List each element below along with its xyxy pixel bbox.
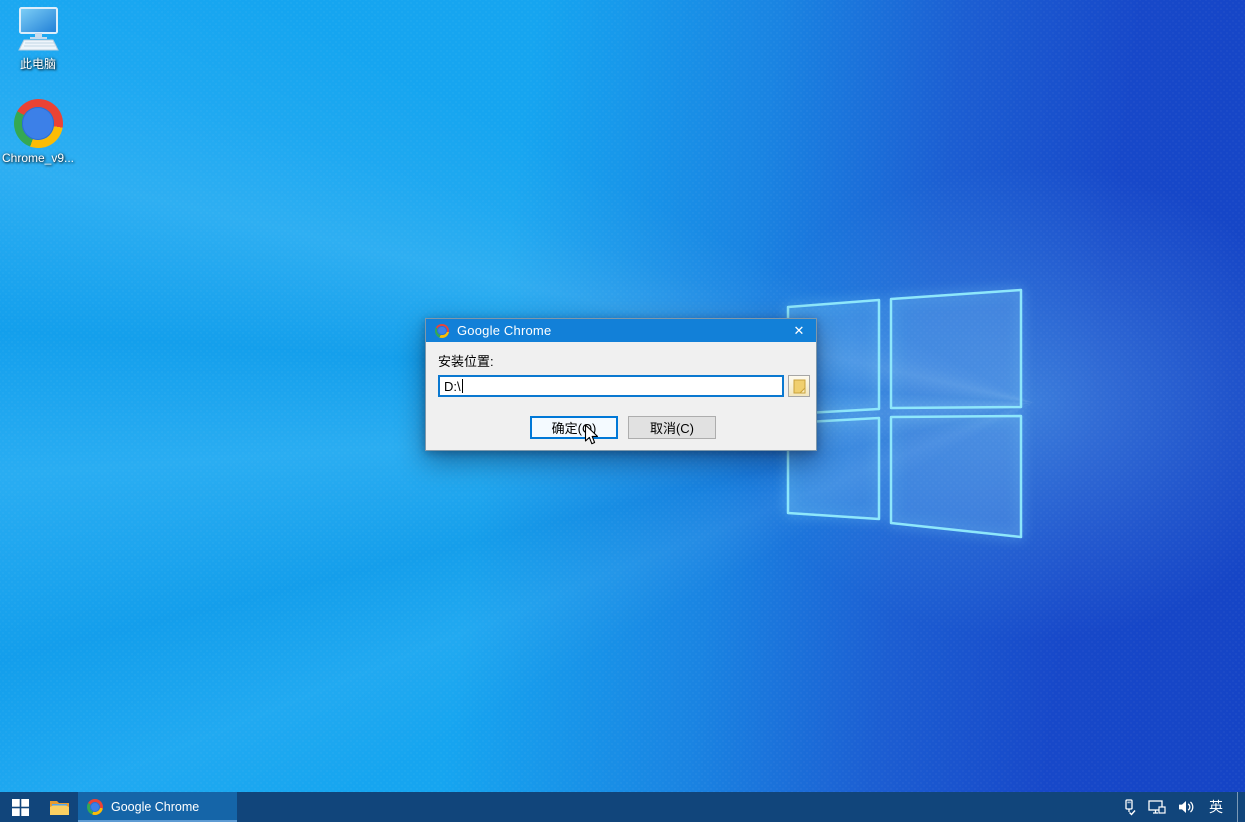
volume-icon[interactable] [1178,800,1195,814]
usb-icon[interactable] [1122,799,1136,816]
chrome-icon [435,324,449,338]
desktop-icon-this-pc[interactable]: 此电脑 [4,6,72,71]
desktop: 此电脑 Chrome_v9... Google Chrome ✕ 安装位置: D… [0,0,1245,822]
browse-button[interactable] [788,375,810,397]
show-desktop-button[interactable] [1237,792,1243,822]
chrome-icon [87,799,103,815]
install-path-value: D:\ [444,379,461,394]
ok-button[interactable]: 确定(O) [530,416,618,439]
this-pc-icon [13,6,63,54]
taskbar-task-chrome[interactable]: Google Chrome [78,792,237,822]
dialog-titlebar[interactable]: Google Chrome ✕ [426,319,816,342]
desktop-icon-chrome-installer[interactable]: Chrome_v9... [4,99,72,165]
system-tray: 英 [1122,792,1245,822]
chrome-icon [14,99,63,148]
taskbar-task-label: Google Chrome [111,800,199,814]
windows-logo-icon [12,799,29,816]
desktop-icon-label: Chrome_v9... [2,151,74,165]
text-caret [462,379,463,393]
network-icon[interactable] [1148,800,1166,815]
install-location-label: 安装位置: [438,351,494,370]
folder-icon [793,379,806,394]
chrome-install-dialog: Google Chrome ✕ 安装位置: D:\ 确定(O) 取消(C) [425,318,817,451]
ime-indicator[interactable]: 英 [1207,797,1225,817]
install-path-input[interactable]: D:\ [438,375,784,397]
folder-explorer-icon [49,799,70,816]
start-button[interactable] [0,792,40,822]
dialog-body: 安装位置: D:\ 确定(O) 取消(C) [426,342,816,450]
close-icon[interactable]: ✕ [782,319,816,342]
file-explorer-button[interactable] [40,792,78,822]
cancel-button[interactable]: 取消(C) [628,416,716,439]
taskbar: Google Chrome 英 [0,792,1245,822]
desktop-icon-label: 此电脑 [20,57,56,71]
dialog-title: Google Chrome [457,323,551,338]
